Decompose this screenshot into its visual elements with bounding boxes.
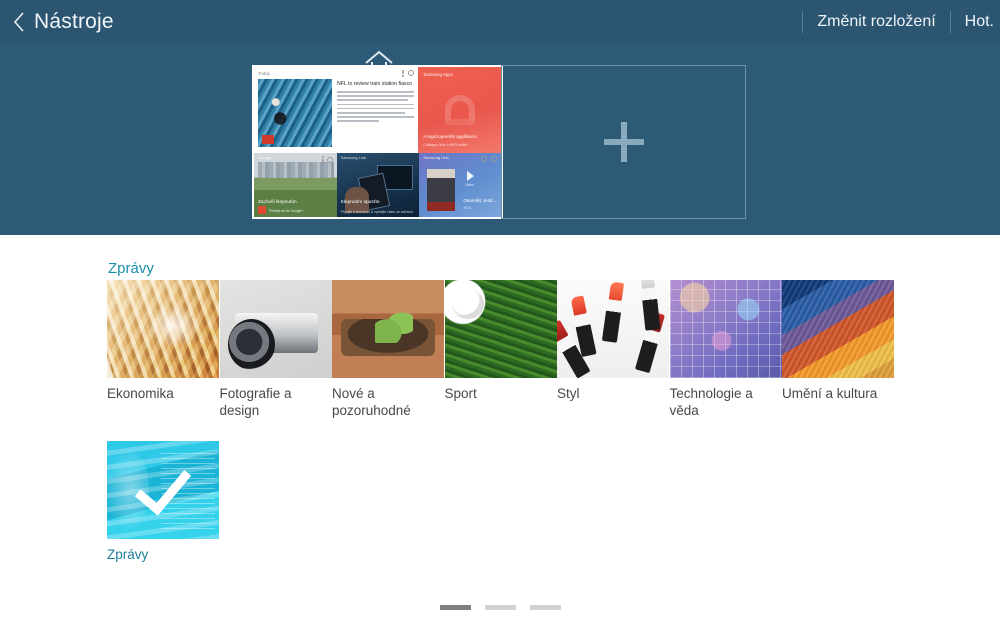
category-thumbnail[interactable] [557,280,669,378]
refresh-icon[interactable] [491,156,497,162]
mini-news-headline: NFL to review train station fiasco [337,81,414,88]
category-item-nove-a-pozoruhodne[interactable]: Nové a pozoruhodné [332,280,445,419]
category-thumbnail[interactable] [107,280,219,378]
mini-link-subtitle: Připojte k televizoru a vysílejte video … [341,210,414,214]
category-row: Zprávy [107,441,967,563]
overflow-dots-icon[interactable] [402,70,404,77]
mini-card-samsung-link[interactable]: Samsung Link Klepnutím spusťte. Připojte… [337,153,420,217]
mini-row-top: Today NFL to review train station fiasco [254,67,501,153]
category-item-styl[interactable]: Styl [557,280,670,419]
header-actions: Změnit rozložení Hot. [802,0,1000,44]
mini-card-news[interactable]: Today NFL to review train station fiasco [254,67,418,153]
category-label: Sport [445,385,549,402]
lipstick-shape [635,325,662,373]
category-item-ekonomika[interactable]: Ekonomika [107,280,220,419]
category-grid: Ekonomika Fotografie a design Nové a poz… [107,280,967,563]
category-thumbnail[interactable] [445,280,557,378]
page-indicator [0,605,1000,610]
lipstick-shape [602,295,623,343]
magazine-mini-layout: Today NFL to review train station fiasco [254,67,501,217]
page-dot[interactable] [440,605,471,610]
category-thumbnail[interactable] [107,441,219,539]
movie-poster [427,169,455,211]
done-button[interactable]: Hot. [951,0,1000,44]
category-label: Styl [557,385,661,402]
page-dot[interactable] [485,605,516,610]
refresh-icon[interactable] [408,70,414,76]
samsung-apps-glyph-icon [445,95,475,125]
mini-card-samsung-apps[interactable]: Samsung Apps A legszuperebb applikacio C… [418,67,501,153]
plus-icon [604,122,644,162]
app-header: Nástroje Změnit rozložení Hot. [0,0,1000,44]
category-item-technologie-a-veda[interactable]: Technologie a věda [670,280,783,419]
chevron-left-icon[interactable] [8,7,30,37]
category-thumbnail[interactable] [332,280,444,378]
search-icon[interactable] [481,156,487,162]
change-layout-button[interactable]: Změnit rozložení [803,0,949,44]
magazine-panel-preview[interactable]: Today NFL to review train station fiasco [252,65,503,219]
mini-park-brand: Google+ [258,155,273,160]
category-label: Zprávy [107,546,211,563]
category-thumbnail[interactable] [220,280,332,378]
category-thumbnail[interactable] [670,280,782,378]
play-icon [467,171,474,181]
mini-park-subtitle: Přidejte se ke Google+ [269,209,303,213]
mini-news-header: Today [254,67,418,79]
category-item-zpravy[interactable]: Zprávy [107,441,220,563]
google-plus-icon [258,206,266,214]
mini-news-source: Today [258,71,270,76]
category-label: Ekonomika [107,385,211,402]
mini-hub-title: Osamělý Jezd... [463,198,496,203]
mini-hub-header-icons [481,156,497,162]
category-label: Technologie a věda [670,385,774,419]
mini-link-brand: Samsung Link [341,155,366,160]
refresh-icon[interactable] [327,157,333,163]
mini-hub-play-label: Video [465,183,474,187]
header-left-group[interactable]: Nástroje [0,7,114,37]
selection-tint [107,441,219,539]
category-content: Zprávy Ekonomika Fotografie a desi [0,235,1000,625]
category-item-umeni-a-kultura[interactable]: Umění a kultura [782,280,895,419]
mini-park-skyline [258,162,334,178]
mini-card-google-plus[interactable]: Google+ Zachvíli klepnutím Přidejte se k… [254,153,337,217]
mini-park-title: Zachvíli klepnutím [258,200,297,205]
mini-apps-subtitle: Csillagos ötös a WiFi felület [423,143,467,147]
lipstick-shape [641,283,661,330]
mini-news-header-icons [402,70,414,77]
tools-screen: Nástroje Změnit rozložení Hot. Today [0,0,1000,625]
mini-link-title: Klepnutím spusťte. [341,200,381,205]
add-panel-button[interactable] [501,65,746,219]
mini-hub-brand: Samsung Hub [423,155,448,160]
category-label: Umění a kultura [782,385,886,402]
page-title: Nástroje [30,10,114,34]
category-label: Nové a pozoruhodné [332,385,436,419]
mini-row-bottom: Google+ Zachvíli klepnutím Přidejte se k… [254,153,501,217]
mini-news-body-lines [337,91,414,122]
mini-news-photo [258,79,332,147]
page-dot[interactable] [530,605,561,610]
overflow-dots-icon[interactable] [322,156,324,163]
soccer-ball-icon [459,296,474,310]
section-title: Zprávy [108,260,154,277]
mini-apps-title: A legszuperebb applikacio [423,134,476,139]
category-item-sport[interactable]: Sport [445,280,558,419]
mini-hub-subtitle: 2013 [463,206,471,210]
category-row: Ekonomika Fotografie a design Nové a poz… [107,280,967,419]
mini-news-text: NFL to review train station fiasco [332,79,414,147]
mini-apps-brand: Samsung Apps [423,72,453,77]
mini-news-body: NFL to review train station fiasco [254,79,418,147]
panel-preview-area: Today NFL to review train station fiasco [0,44,1000,235]
category-label: Fotografie a design [220,385,324,419]
mini-card-samsung-hub[interactable]: Samsung Hub Video Osamělý Jezd... 2013 [419,153,501,217]
category-item-fotografie-a-design[interactable]: Fotografie a design [220,280,333,419]
category-thumbnail[interactable] [782,280,894,378]
mini-park-header-icons [322,156,333,163]
